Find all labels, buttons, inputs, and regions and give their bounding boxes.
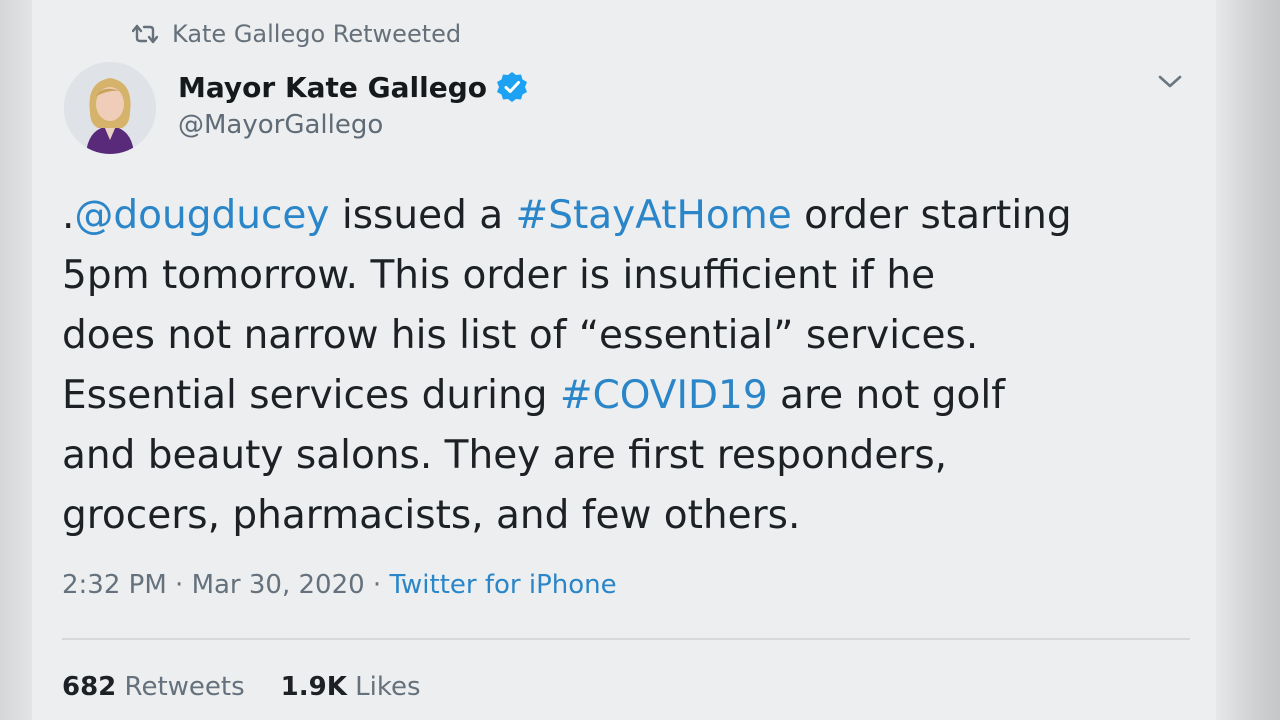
divider xyxy=(62,638,1190,640)
screen-bezel-left xyxy=(0,0,32,720)
avatar-image xyxy=(64,62,156,154)
tweet-text-segment: order starting xyxy=(791,193,1072,238)
tweet-text-line: and beauty salons. They are first respon… xyxy=(62,426,1202,486)
retweets-count: 682 xyxy=(62,672,117,702)
author-handle[interactable]: @MayorGallego xyxy=(178,110,383,140)
author-display-name[interactable]: Mayor Kate Gallego xyxy=(178,71,487,104)
likes-label: Likes xyxy=(355,672,421,702)
tweet-text-segment: issued a xyxy=(329,193,516,238)
tweet-text-line: 5pm tomorrow. This order is insufficient… xyxy=(62,246,1202,306)
author-name-row[interactable]: Mayor Kate Gallego xyxy=(178,70,529,104)
tweet-text: .@dougducey issued a #StayAtHome order s… xyxy=(62,186,1202,546)
tweet-text-line: .@dougducey issued a #StayAtHome order s… xyxy=(62,186,1202,246)
hashtag-link[interactable]: #COVID19 xyxy=(560,373,768,418)
retweet-icon xyxy=(132,24,158,44)
likes-count: 1.9K xyxy=(280,672,347,702)
tweet-text-segment: grocers, pharmacists, and few others. xyxy=(62,493,801,538)
screen-bezel-right xyxy=(1216,0,1280,720)
hashtag-link[interactable]: #StayAtHome xyxy=(516,193,792,238)
mention-link[interactable]: @dougducey xyxy=(74,193,329,238)
likes-stat[interactable]: 1.9K Likes xyxy=(281,672,421,702)
tweet-text-segment: Essential services during xyxy=(62,373,560,418)
tweet-date[interactable]: Mar 30, 2020 xyxy=(192,570,365,600)
tweet-text-segment: 5pm tomorrow. This order is insufficient… xyxy=(62,253,936,298)
retweet-banner: Kate Gallego Retweeted xyxy=(132,20,461,48)
tweet-text-line: Essential services during #COVID19 are n… xyxy=(62,366,1202,426)
retweets-stat[interactable]: 682 Retweets xyxy=(62,672,245,702)
tweet-card[interactable]: Kate Gallego Retweeted Mayor Kate Galleg… xyxy=(32,0,1216,720)
tweet-text-segment: . xyxy=(62,193,75,238)
retweet-banner-text: Kate Gallego Retweeted xyxy=(172,20,462,48)
meta-separator: · xyxy=(166,570,192,600)
retweets-label: Retweets xyxy=(124,672,245,702)
verified-badge-icon xyxy=(497,72,527,102)
tweet-text-line: does not narrow his list of “essential” … xyxy=(62,306,1202,366)
tweet-text-line: grocers, pharmacists, and few others. xyxy=(62,486,1202,546)
tweet-text-segment: does not narrow his list of “essential” … xyxy=(62,313,979,358)
tweet-stats: 682 Retweets 1.9K Likes xyxy=(62,672,457,702)
chevron-down-icon[interactable] xyxy=(1156,72,1184,92)
tweet-text-segment: are not golf xyxy=(767,373,1005,418)
avatar[interactable] xyxy=(64,62,156,154)
tweet-time[interactable]: 2:32 PM xyxy=(62,570,167,600)
tweet-meta: 2:32 PM · Mar 30, 2020 · Twitter for iPh… xyxy=(62,570,617,600)
tweet-text-segment: and beauty salons. They are first respon… xyxy=(62,433,948,478)
tweet-source-link[interactable]: Twitter for iPhone xyxy=(389,570,616,600)
meta-separator: · xyxy=(364,570,390,600)
